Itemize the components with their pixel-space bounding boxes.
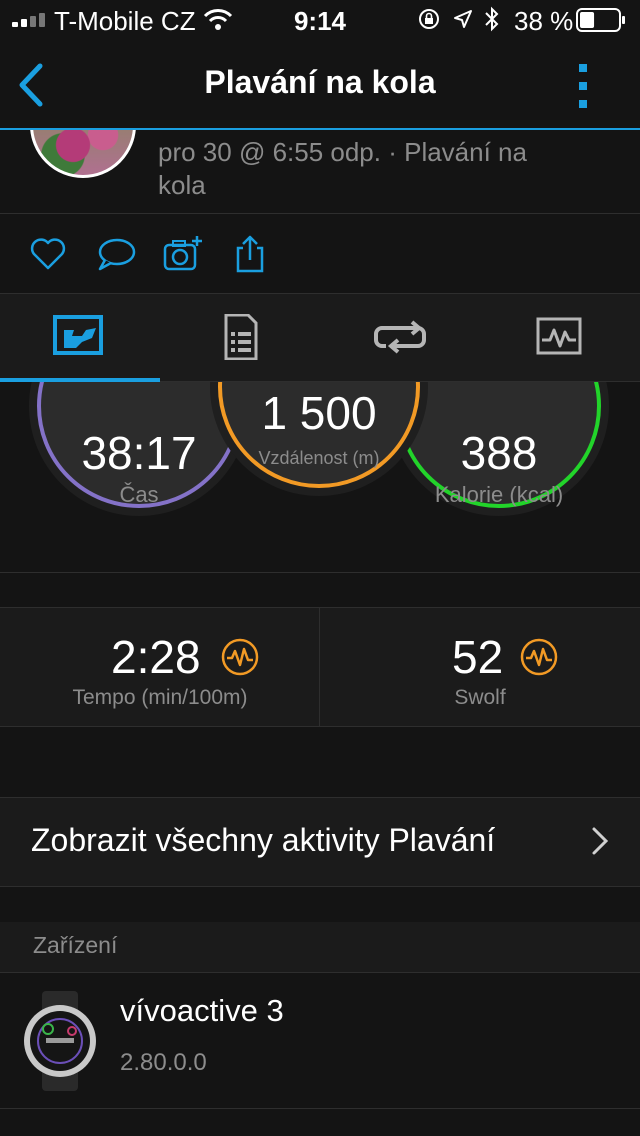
details-icon [224,314,258,360]
tab-laps[interactable] [320,294,480,381]
calories-value: 388 [460,427,538,479]
tab-overview[interactable] [0,294,160,382]
pace-label: Tempo (min/100m) [72,686,248,709]
status-bar: T-Mobile CZ 9:14 38 % [0,0,640,42]
tab-bar [0,294,640,382]
distance-label: Vzdálenost (m) [258,448,380,468]
stats-circles: 38:17 Čas 388 Kalorie (kcal) 1 500 Vzdál… [0,382,640,573]
device-version: 2.80.0.0 [120,1049,207,1076]
view-all-label: Zobrazit všechny aktivity Plavání [31,822,496,858]
watch-icon [24,991,96,1091]
device-name: vívoactive 3 [120,993,284,1028]
distance-ring[interactable]: 1 500 Vzdálenost (m) [218,382,420,488]
swolf-metric[interactable]: 52 Swolf [320,608,640,726]
comment-button[interactable] [96,234,136,274]
bluetooth-icon [485,6,499,32]
distance-value: 1 500 [261,387,377,439]
navigation-bar: Plavání na kola [0,42,640,130]
device-row[interactable]: vívoactive 3 2.80.0.0 [0,973,640,1109]
metrics-divider [319,607,320,726]
like-button[interactable] [28,234,68,274]
time-label: Čas [119,482,159,507]
rotation-lock-icon [419,9,439,29]
overview-icon [53,315,103,355]
activity-wave-icon [221,638,259,676]
charts-icon [536,317,582,355]
calories-label: Kalorie (kcal) [434,482,564,507]
activity-wave-icon [520,638,558,676]
metrics-row: 2:28 Tempo (min/100m) 52 Swolf [0,607,640,727]
view-all-activities-link[interactable]: Zobrazit všechny aktivity Plavání [0,797,640,887]
battery-percentage: 38 % [514,6,574,36]
swolf-value: 52 [452,631,504,683]
calories-ring[interactable]: 388 Kalorie (kcal) [397,382,601,508]
devices-heading: Zařízení [33,932,118,958]
add-photo-button[interactable] [163,234,203,274]
location-arrow-icon [454,10,472,28]
devices-section-header: Zařízení [0,922,640,973]
page-title: Plavání na kola [204,64,436,100]
swolf-label: Swolf [454,686,506,709]
laps-icon [374,320,426,354]
chevron-right-icon [592,827,609,855]
tab-details[interactable] [160,294,320,381]
tab-charts[interactable] [480,294,640,381]
activity-header: pro 30 @ 6:55 odp. · Plavání na kola [0,130,640,214]
pace-metric[interactable]: 2:28 Tempo (min/100m) [0,608,320,726]
time-ring[interactable]: 38:17 Čas [37,382,241,508]
action-bar [0,214,640,294]
time-value: 38:17 [81,427,197,479]
avatar[interactable] [30,130,136,178]
pace-value: 2:28 [111,631,201,683]
share-button[interactable] [230,234,270,274]
battery-icon [576,8,625,32]
more-options-button[interactable] [576,62,592,110]
activity-subtitle: pro 30 @ 6:55 odp. · Plavání na kola [158,137,527,200]
